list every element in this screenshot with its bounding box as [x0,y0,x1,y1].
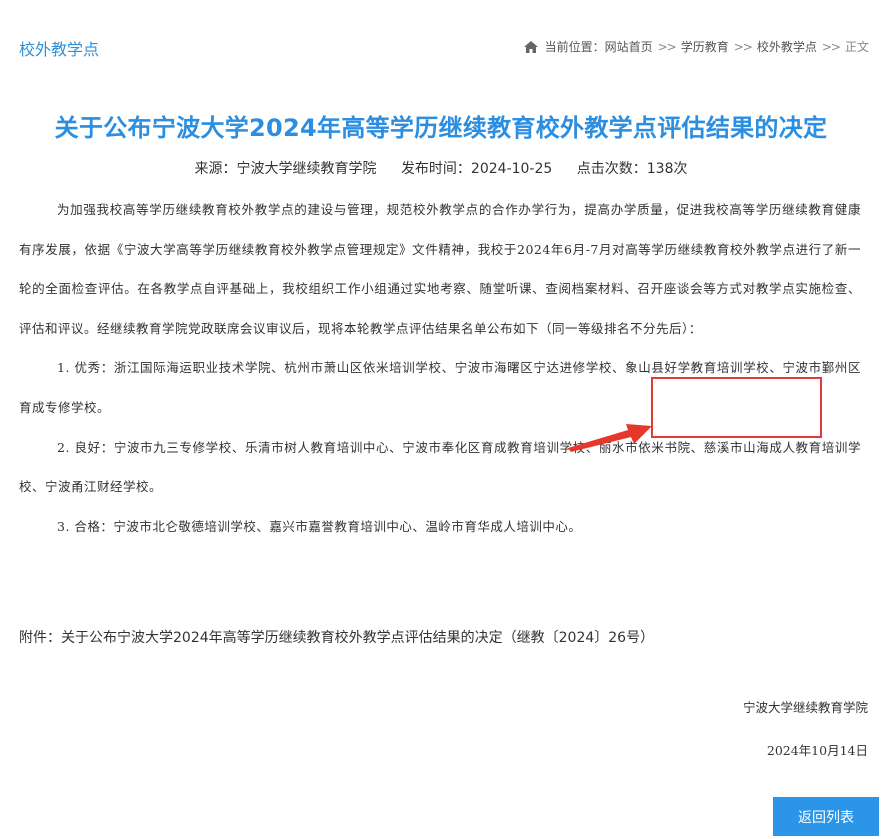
article-intro-paragraph: 为加强我校高等学历继续教育校外教学点的建设与管理，规范校外教学点的合作办学行为，… [19,202,861,336]
attachment-link[interactable]: 附件：关于公布宁波大学2024年高等学历继续教育校外教学点评估结果的决定（继教〔… [19,627,654,647]
signature-organization: 宁波大学继续教育学院 [742,700,868,715]
article-body: 为加强我校高等学历继续教育校外教学点的建设与管理，规范校外教学点的合作办学行为，… [19,190,861,546]
breadcrumb-separator: >> [733,39,753,54]
breadcrumb-separator: >> [657,39,677,54]
breadcrumb: 当前位置： 网站首页 >> 学历教育 >> 校外教学点 >> 正文 [523,38,869,55]
breadcrumb-home-link[interactable]: 网站首页 [605,38,653,55]
article-meta: 来源：宁波大学继续教育学院 发布时间：2024-10-25 点击次数：138次 [0,158,882,178]
breadcrumb-current: 正文 [844,40,869,54]
breadcrumb-separator: >> [821,39,841,54]
breadcrumb-prefix: 当前位置： [544,40,605,54]
highlight-annotation-box [651,377,822,438]
signature-date: 2024年10月14日 [766,743,868,758]
article-source: 来源：宁波大学继续教育学院 [194,161,377,177]
back-to-list-button[interactable]: 返回列表 [773,797,879,836]
result-good: 2. 良好：宁波市九三专修学校、乐清市树人教育培训中心、宁波市奉化区育成教育培训… [19,439,861,495]
breadcrumb-degree-education-link[interactable]: 学历教育 [681,38,729,55]
home-icon [523,40,539,54]
article-publish-time: 发布时间：2024-10-25 [400,161,553,177]
result-pass: 3. 合格：宁波市北仑敬德培训学校、嘉兴市嘉誉教育培训中心、温岭市育华成人培训中… [57,518,582,534]
article-title: 关于公布宁波大学2024年高等学历继续教育校外教学点评估结果的决定 [54,114,828,142]
article-click-count: 点击次数：138次 [576,161,688,177]
page-header: 校外教学点 当前位置： 网站首页 >> 学历教育 >> 校外教学点 >> 正文 [0,0,882,92]
section-title: 校外教学点 [19,40,100,59]
breadcrumb-teaching-sites-link[interactable]: 校外教学点 [757,38,817,55]
annotation-arrow-icon [568,424,652,452]
